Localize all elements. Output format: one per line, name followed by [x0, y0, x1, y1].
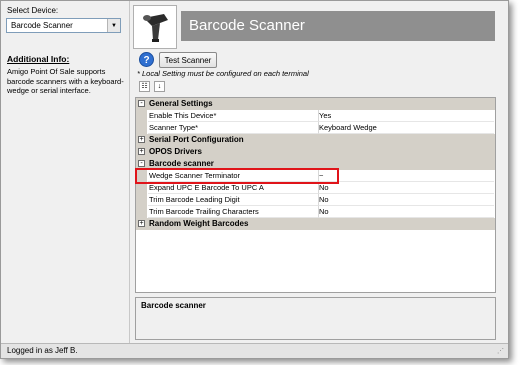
- property-name: Trim Barcode Trailing Characters: [148, 206, 319, 218]
- property-row-enable-device[interactable]: Enable This Device* Yes: [136, 110, 495, 122]
- collapse-icon[interactable]: -: [138, 100, 145, 107]
- left-panel: Select Device: Barcode Scanner ▼ Additio…: [1, 1, 130, 343]
- additional-info-text: Amigo Point Of Sale supports barcode sca…: [7, 67, 124, 95]
- property-name: Scanner Type*: [148, 122, 319, 134]
- property-name: Enable This Device*: [148, 110, 319, 122]
- category-label: Random Weight Barcodes: [149, 219, 249, 228]
- category-label: Serial Port Configuration: [149, 135, 244, 144]
- property-row-scanner-type[interactable]: Scanner Type* Keyboard Wedge: [136, 122, 495, 134]
- status-text: Logged in as Jeff B.: [7, 346, 78, 355]
- resize-grip-icon[interactable]: ⋰: [497, 347, 506, 356]
- property-value[interactable]: ~: [319, 170, 494, 182]
- device-select[interactable]: Barcode Scanner ▼: [6, 18, 121, 33]
- select-device-label: Select Device:: [7, 6, 59, 15]
- description-panel: Barcode scanner: [135, 297, 496, 340]
- test-scanner-button[interactable]: Test Scanner: [159, 52, 217, 68]
- categorized-view-icon[interactable]: ☷: [139, 81, 150, 92]
- category-opos-drivers[interactable]: + OPOS Drivers: [136, 146, 495, 158]
- main-window: Select Device: Barcode Scanner ▼ Additio…: [0, 0, 509, 359]
- category-label: OPOS Drivers: [149, 147, 202, 156]
- description-title: Barcode scanner: [141, 301, 206, 310]
- chevron-down-icon[interactable]: ▼: [107, 19, 120, 32]
- help-icon[interactable]: ?: [139, 52, 154, 67]
- category-label: General Settings: [149, 99, 213, 108]
- category-label: Barcode scanner: [149, 159, 214, 168]
- property-row-trim-trailing[interactable]: Trim Barcode Trailing Characters No: [136, 206, 495, 218]
- property-grid: - General Settings Enable This Device* Y…: [135, 97, 496, 293]
- category-serial-port[interactable]: + Serial Port Configuration: [136, 134, 495, 146]
- expand-icon[interactable]: +: [138, 136, 145, 143]
- property-value[interactable]: Keyboard Wedge: [319, 122, 494, 134]
- local-setting-note: * Local Setting must be configured on ea…: [137, 69, 309, 78]
- status-bar: Logged in as Jeff B. ⋰: [1, 343, 508, 358]
- property-value[interactable]: No: [319, 206, 494, 218]
- category-random-weight[interactable]: + Random Weight Barcodes: [136, 218, 495, 230]
- property-row-trim-leading[interactable]: Trim Barcode Leading Digit No: [136, 194, 495, 206]
- property-name: Trim Barcode Leading Digit: [148, 194, 319, 206]
- property-value[interactable]: Yes: [319, 110, 494, 122]
- barcode-scanner-icon: [133, 5, 177, 49]
- sort-alphabetical-icon[interactable]: ↓: [154, 81, 165, 92]
- expand-icon[interactable]: +: [138, 148, 145, 155]
- property-value[interactable]: No: [319, 182, 494, 194]
- highlight-box: [135, 168, 339, 184]
- category-general-settings[interactable]: - General Settings: [136, 98, 495, 110]
- page-title: Barcode Scanner: [181, 11, 495, 41]
- collapse-icon[interactable]: -: [138, 160, 145, 167]
- expand-icon[interactable]: +: [138, 220, 145, 227]
- additional-info-heading: Additional Info:: [7, 54, 70, 64]
- property-value[interactable]: No: [319, 194, 494, 206]
- device-select-value: Barcode Scanner: [11, 21, 73, 30]
